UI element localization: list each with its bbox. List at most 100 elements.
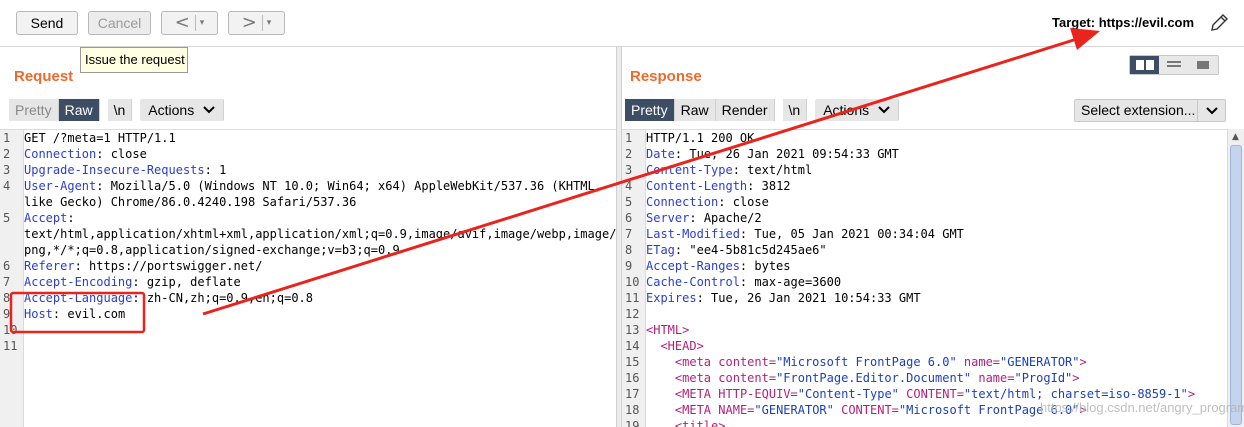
code-line: 1 HTTP/1.1 200 OK (622, 130, 1244, 146)
code-token: content= (718, 355, 777, 369)
actions-label: Actions (148, 102, 195, 118)
chevron-down-icon (203, 106, 215, 114)
line-number: 5 (3, 211, 11, 225)
colon: : (204, 163, 212, 177)
response-scrollbar[interactable]: ▲ (1227, 129, 1244, 427)
code-text: Last-Modified: Tue, 05 Jan 2021 00:34:04… (646, 227, 964, 241)
request-lines: 1 GET /?meta=1 HTTP/1.1 2 Connection: close… (0, 130, 616, 354)
back-dropdown-icon[interactable]: ▾ (194, 15, 204, 31)
code-text: Server: Apache/2 (646, 211, 762, 225)
select-extension-dropdown[interactable]: Select extension... (1074, 99, 1226, 122)
response-editor[interactable]: 1 HTTP/1.1 200 OK 2 Date: Tue, 26 Jan 2021 … (622, 129, 1244, 427)
code-line: 4 User-Agent: Mozilla/5.0 (Windows NT 10.… (0, 178, 616, 194)
cancel-button[interactable]: Cancel (88, 11, 151, 35)
line-number: 2 (625, 147, 633, 161)
line-number: 6 (625, 211, 633, 225)
code-text: Host: evil.com (24, 307, 125, 321)
line-number: 10 (3, 323, 18, 337)
header-value: 1 (211, 163, 227, 177)
tab-pretty[interactable]: Pretty (625, 99, 675, 121)
send-button[interactable]: Send (16, 11, 78, 35)
tab-raw[interactable]: Raw (58, 99, 100, 121)
line-number: 15 (625, 355, 640, 369)
header-name: Connection (646, 195, 719, 209)
header-value: Tue, 05 Jan 2021 00:34:04 GMT (747, 227, 964, 241)
header-name: Accept (24, 211, 68, 225)
header-value: zh-CN,zh;q=0.9,en;q=0.8 (139, 291, 313, 305)
line-number: 8 (625, 243, 633, 257)
code-text: text/html,application/xhtml+xml,applicat… (24, 227, 616, 241)
code-text: Upgrade-Insecure-Requests: 1 (24, 163, 226, 177)
scroll-up-icon[interactable]: ▲ (1232, 132, 1239, 142)
code-text: Connection: close (24, 147, 147, 161)
code-line: 2 Date: Tue, 26 Jan 2021 09:54:33 GMT (622, 146, 1244, 162)
colon: : (132, 275, 140, 289)
header-value: close (103, 147, 147, 161)
line-number: 16 (625, 371, 640, 385)
tab-newline[interactable]: \n (782, 99, 808, 121)
code-line: 7 Accept-Encoding: gzip, deflate (0, 274, 616, 290)
header-name: Connection (24, 147, 97, 161)
tabbed-layout-icon[interactable] (1189, 56, 1218, 74)
code-token: <HEAD> (660, 339, 704, 353)
tab-raw[interactable]: Raw (674, 99, 716, 121)
header-value: Apache/2 (696, 211, 762, 225)
header-name: Cache-Control (646, 275, 740, 289)
code-text: Connection: close (646, 195, 769, 209)
code-text: HTTP/1.1 200 OK (646, 131, 754, 145)
code-token: CONTENT= (906, 387, 964, 401)
repeater-toolbar: Send Cancel < ▾ > ▾ Target: https://evil… (0, 0, 1244, 46)
code-token: "Microsoft FrontPage 6.0" (776, 355, 964, 369)
code-token: HTTP-EQUIV= (718, 387, 798, 401)
forward-dropdown-icon[interactable]: ▾ (261, 15, 271, 31)
actions-menu-button[interactable]: Actions (140, 99, 225, 121)
request-editor[interactable]: 1 GET /?meta=1 HTTP/1.1 2 Connection: close… (0, 129, 616, 427)
header-value: gzip, deflate (139, 275, 241, 289)
line-number: 8 (3, 291, 11, 305)
line-number: 11 (625, 291, 640, 305)
line-number: 1 (625, 131, 633, 145)
tab-separator (100, 99, 108, 121)
chevron-down-icon (878, 106, 890, 114)
scrollbar-thumb[interactable] (1230, 145, 1242, 425)
code-line: 19 <title> (622, 418, 1244, 427)
header-value: Tue, 26 Jan 2021 10:54:33 GMT (703, 291, 921, 305)
tab-render[interactable]: Render (715, 99, 775, 121)
line-number: 10 (625, 275, 640, 289)
start-line: HTTP/1.1 200 OK (646, 131, 755, 145)
code-line: 5 Connection: close (622, 194, 1244, 210)
actions-label: Actions (823, 102, 870, 118)
side-by-side-layout-icon[interactable] (1130, 56, 1160, 74)
header-value: "ee4-5b81c5d245ae6" (682, 243, 827, 257)
tab-pretty[interactable]: Pretty (9, 99, 59, 121)
actions-menu-button[interactable]: Actions (815, 99, 900, 121)
code-token: > (1072, 371, 1080, 385)
line-number: 7 (3, 275, 11, 289)
line-number: 11 (3, 339, 18, 353)
header-name: Expires (646, 291, 697, 305)
code-token: <META (674, 387, 719, 401)
code-text: <META NAME="GENERATOR" CONTENT="Microsof… (646, 403, 1087, 417)
line-number: 4 (625, 179, 633, 193)
code-token: CONTENT= (841, 403, 899, 417)
header-name: Accept-Language (24, 291, 133, 305)
code-token: > (1187, 387, 1196, 401)
code-line: 8 ETag: "ee4-5b81c5d245ae6" (622, 242, 1244, 258)
edit-target-pencil-icon[interactable] (1208, 12, 1230, 34)
history-forward-button[interactable]: > ▾ (228, 11, 285, 35)
code-text: Accept-Ranges: bytes (646, 259, 791, 273)
request-title: Request (14, 68, 74, 85)
history-back-button[interactable]: < ▾ (161, 11, 218, 35)
header-name: Content-Type (646, 163, 733, 177)
code-line: 10 Cache-Control: max-age=3600 (622, 274, 1244, 290)
stacked-layout-icon[interactable] (1159, 56, 1188, 74)
tab-newline[interactable]: \n (107, 99, 133, 121)
line-number: 14 (625, 339, 640, 353)
colon: : (67, 211, 75, 225)
header-name: ETag (646, 243, 675, 257)
code-token: "GENERATOR" (754, 403, 842, 417)
tab-separator (807, 99, 815, 121)
response-view-tabs: Pretty Raw Render \n Actions (625, 99, 900, 121)
